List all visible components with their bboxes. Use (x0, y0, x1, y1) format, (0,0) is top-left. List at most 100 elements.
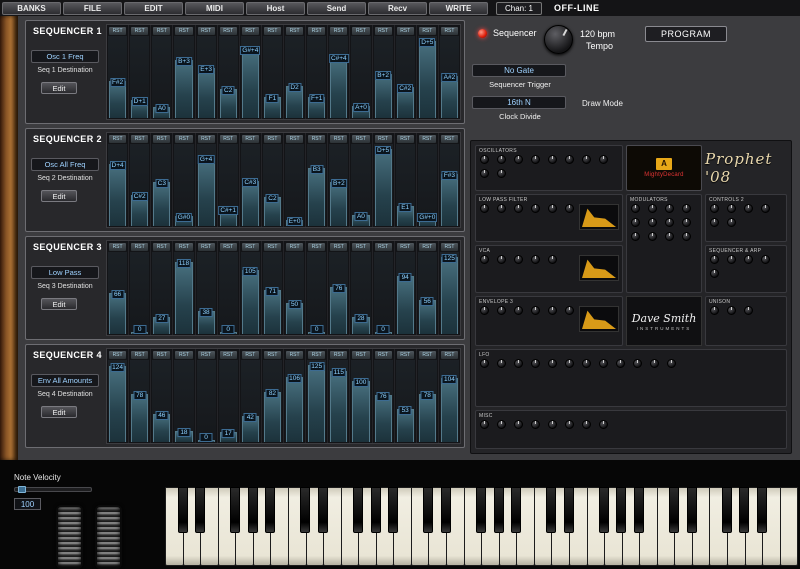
step-bar-area[interactable]: B+2 (373, 36, 393, 118)
step-reset-button[interactable]: RST (308, 351, 326, 359)
knob[interactable] (565, 204, 574, 213)
knob[interactable] (531, 306, 540, 315)
step-reset-button[interactable]: RST (219, 351, 237, 359)
step-bar-area[interactable]: 42 (240, 360, 260, 442)
knob[interactable] (631, 218, 640, 227)
step-bar[interactable] (197, 158, 215, 226)
knob[interactable] (514, 204, 523, 213)
step-bar-area[interactable]: G+4 (196, 144, 216, 226)
step-bar-area[interactable]: C#3 (240, 144, 260, 226)
knob[interactable] (599, 155, 608, 164)
step-bar-area[interactable]: C2 (262, 144, 282, 226)
black-key[interactable] (353, 487, 364, 533)
black-key[interactable] (423, 487, 434, 533)
step-bar-area[interactable]: 28 (351, 252, 371, 334)
knob[interactable] (531, 359, 540, 368)
knob[interactable] (665, 218, 674, 227)
knob[interactable] (531, 255, 540, 264)
gate-selector[interactable]: No Gate (472, 64, 566, 77)
black-key[interactable] (739, 487, 750, 533)
black-key[interactable] (318, 487, 328, 533)
step-bar-area[interactable]: 76 (329, 252, 349, 334)
step-bar[interactable] (418, 394, 436, 442)
knob[interactable] (548, 255, 557, 264)
step-bar[interactable] (197, 68, 215, 118)
black-key[interactable] (230, 487, 241, 533)
knob[interactable] (682, 204, 691, 213)
knob[interactable] (497, 306, 506, 315)
white-key[interactable] (779, 487, 799, 566)
knob[interactable] (727, 204, 736, 213)
step-bar[interactable] (440, 76, 458, 118)
knob[interactable] (497, 420, 506, 429)
step-bar[interactable] (263, 392, 281, 442)
step-bar-area[interactable]: 50 (285, 252, 305, 334)
step-reset-button[interactable]: RST (153, 351, 171, 359)
step-bar-area[interactable]: D+4 (108, 144, 128, 226)
menu-button-banks[interactable]: BANKS (2, 1, 61, 15)
draw-mode-label[interactable]: Draw Mode (582, 99, 623, 108)
knob[interactable] (650, 359, 659, 368)
step-bar[interactable] (131, 394, 149, 442)
step-reset-button[interactable]: RST (197, 351, 215, 359)
black-key[interactable] (300, 487, 311, 533)
step-bar-area[interactable]: 0 (196, 360, 216, 442)
knob[interactable] (514, 155, 523, 164)
step-reset-button[interactable]: RST (330, 243, 348, 251)
step-bar[interactable] (330, 57, 348, 118)
step-bar-area[interactable]: 104 (439, 360, 459, 442)
step-bar-area[interactable]: 38 (196, 252, 216, 334)
midi-channel-display[interactable]: Chan: 1 (496, 1, 542, 15)
step-reset-button[interactable]: RST (153, 135, 171, 143)
knob[interactable] (480, 169, 489, 178)
sequencer-on-led[interactable] (478, 29, 487, 38)
step-bar[interactable] (109, 366, 127, 442)
menu-button-recv[interactable]: Recv (368, 1, 427, 15)
step-bar-area[interactable]: 78 (417, 360, 437, 442)
black-key[interactable] (721, 487, 732, 533)
step-bar[interactable] (330, 182, 348, 226)
step-reset-button[interactable]: RST (263, 135, 281, 143)
step-reset-button[interactable]: RST (175, 351, 193, 359)
knob[interactable] (531, 204, 540, 213)
destination-selector[interactable]: Osc All Freq (31, 158, 99, 171)
step-reset-button[interactable]: RST (308, 27, 326, 35)
menu-button-midi[interactable]: MIDI (185, 1, 244, 15)
knob[interactable] (648, 204, 657, 213)
step-bar[interactable] (440, 378, 458, 442)
step-reset-button[interactable]: RST (440, 243, 458, 251)
step-reset-button[interactable]: RST (241, 27, 259, 35)
step-reset-button[interactable]: RST (330, 351, 348, 359)
step-bar-area[interactable]: A+0 (351, 36, 371, 118)
step-bar-area[interactable]: G#+4 (240, 36, 261, 118)
step-bar-area[interactable]: 105 (240, 252, 260, 334)
black-key[interactable] (563, 487, 574, 533)
knob[interactable] (682, 232, 691, 241)
knob[interactable] (548, 420, 557, 429)
step-bar[interactable] (109, 164, 127, 226)
step-reset-button[interactable]: RST (308, 135, 326, 143)
step-reset-button[interactable]: RST (352, 135, 370, 143)
step-bar-area[interactable]: 46 (152, 360, 172, 442)
black-key[interactable] (265, 487, 276, 533)
step-reset-button[interactable]: RST (197, 243, 215, 251)
step-reset-button[interactable]: RST (308, 243, 326, 251)
step-reset-button[interactable]: RST (418, 27, 436, 35)
black-key[interactable] (756, 487, 767, 533)
black-key[interactable] (686, 487, 697, 533)
step-bar-area[interactable]: C#2 (130, 144, 150, 226)
black-key[interactable] (195, 487, 206, 533)
knob[interactable] (599, 420, 608, 429)
knob[interactable] (727, 255, 736, 264)
step-reset-button[interactable]: RST (286, 135, 304, 143)
step-bar[interactable] (241, 270, 259, 334)
step-bar-area[interactable]: 106 (285, 360, 305, 442)
step-reset-button[interactable]: RST (153, 243, 171, 251)
pitch-wheel[interactable] (56, 505, 83, 569)
step-reset-button[interactable]: RST (396, 351, 414, 359)
menu-button-edit[interactable]: EDIT (124, 1, 183, 15)
knob[interactable] (744, 306, 753, 315)
knob[interactable] (565, 306, 574, 315)
step-bar-area[interactable]: F#2 (108, 36, 128, 118)
step-bar-area[interactable]: B3 (307, 144, 327, 226)
